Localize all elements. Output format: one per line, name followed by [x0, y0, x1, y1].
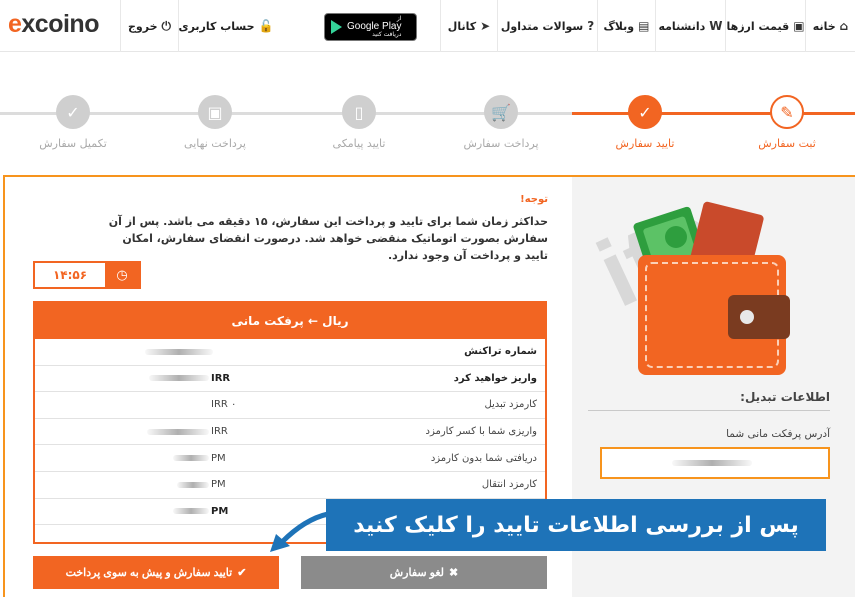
- google-play-badge[interactable]: از Google Play دریافت کنید: [324, 13, 417, 41]
- redacted-value: [173, 455, 209, 462]
- countdown-timer: ۱۴:۵۶ ◷: [33, 261, 141, 289]
- redacted-value: [145, 348, 213, 355]
- money-icon: ▣: [198, 95, 232, 129]
- wallet-illustration: [633, 201, 790, 375]
- nav-blog[interactable]: ▤ وبلاگ: [597, 0, 655, 52]
- lock-icon: 🔓: [258, 19, 274, 33]
- logo-mark: e: [8, 10, 22, 38]
- row-value: IRR ۰: [211, 399, 236, 410]
- row-label: دریافتی شما بدون کارمزد: [430, 452, 537, 464]
- top-navbar: ⌂ خانه ▣ قیمت ارزها W دانشنامه ▤ وبلاگ ?…: [0, 0, 855, 52]
- currency-code: PM: [211, 505, 229, 517]
- perfect-money-address-label: آدرس پرفکت مانی شما: [726, 428, 830, 440]
- perfect-money-address-field[interactable]: [600, 447, 830, 479]
- step-label: پرداخت سفارش: [463, 137, 539, 150]
- exchange-info-title: اطلاعات تبدیل:: [588, 390, 830, 411]
- nav-blog-label: وبلاگ: [603, 19, 635, 33]
- clock-icon: ◷: [105, 263, 139, 287]
- notice-body: حداکثر زمان شما برای تایید و پرداخت این …: [108, 215, 548, 263]
- google-play-small-text-2: دریافت کنید: [372, 31, 402, 38]
- step-label: تکمیل سفارش: [39, 137, 107, 150]
- nav-channel[interactable]: ➤ کانال: [440, 0, 497, 52]
- redacted-value: [147, 428, 209, 435]
- step-label: ثبت سفارش: [758, 137, 816, 150]
- nav-prices[interactable]: ▣ قیمت ارزها: [725, 0, 805, 52]
- row-value: PM: [173, 506, 228, 517]
- currency-code: IRR: [211, 372, 231, 384]
- row-value: [145, 348, 213, 355]
- row-value: IRR: [149, 373, 230, 384]
- nav-faq-label: سوالات متداول: [500, 19, 584, 33]
- cancel-order-label: لغو سفارش: [389, 567, 445, 579]
- nav-logout-label: خروج: [127, 19, 158, 33]
- table-row: واریز خواهید کرد IRR: [35, 366, 545, 393]
- step-label: تایید پیامکی: [332, 137, 386, 150]
- nav-channel-label: کانال: [447, 19, 477, 33]
- redacted-address: [672, 460, 752, 466]
- step-register-order: ✎ ثبت سفارش: [732, 95, 842, 150]
- arrow-icon: [270, 511, 331, 552]
- nav-account[interactable]: 🔓 حساب کاربری: [178, 0, 274, 52]
- step-label: پرداخت نهایی: [184, 137, 246, 150]
- nav-wiki[interactable]: W دانشنامه: [655, 0, 725, 52]
- notice-title: توجه!: [520, 194, 548, 205]
- row-label: کارمزد تبدیل: [484, 399, 537, 411]
- nav-account-label: حساب کاربری: [178, 19, 255, 33]
- currency-code: PM: [211, 479, 226, 491]
- nav-faq[interactable]: ? سوالات متداول: [497, 0, 597, 52]
- redacted-value: [149, 375, 209, 382]
- table-row: واریزی شما با کسر کارمزد IRR: [35, 419, 545, 446]
- logo-text: xcoino: [21, 10, 99, 38]
- step-complete-order: ✓ تکمیل سفارش: [18, 95, 128, 150]
- step-final-payment: ▣ پرداخت نهایی: [160, 95, 270, 150]
- row-label: کارمزد انتقال: [481, 479, 537, 491]
- step-confirm-order: ✓ تایید سفارش: [590, 95, 700, 150]
- currency-code: IRR: [211, 426, 228, 438]
- row-value: PM: [177, 479, 226, 490]
- table-row: کارمزد تبدیل IRR ۰: [35, 392, 545, 419]
- newspaper-icon: ▤: [638, 19, 650, 33]
- wikipedia-icon: W: [709, 19, 723, 33]
- play-icon: [331, 20, 342, 34]
- transaction-title: ریال ← پرفکت مانی: [35, 303, 545, 339]
- telegram-icon: ➤: [480, 19, 491, 33]
- redacted-value: [177, 481, 209, 488]
- nav-logout[interactable]: ⏻ خروج: [120, 0, 178, 52]
- edit-icon: ✎: [770, 95, 804, 129]
- row-value: PM: [173, 453, 226, 464]
- confirm-order-button[interactable]: ✔ تایید سفارش و پیش به سوی پرداخت: [33, 556, 279, 589]
- row-label: شماره تراکنش: [464, 346, 537, 358]
- mobile-icon: ▯: [342, 95, 376, 129]
- step-pay-order: 🛒 پرداخت سفارش: [446, 95, 556, 150]
- nav-wiki-label: دانشنامه: [658, 19, 706, 33]
- currency-code: PM: [211, 452, 226, 464]
- excoino-logo[interactable]: excoino: [8, 10, 99, 39]
- check-icon: ✔: [237, 567, 247, 579]
- row-label: واریزی شما با کسر کارمزد: [425, 426, 537, 438]
- money-icon: ▣: [793, 19, 805, 33]
- step-label: تایید سفارش: [615, 137, 675, 150]
- nav-home-label: خانه: [812, 19, 836, 33]
- cancel-order-button[interactable]: ✖ لغو سفارش: [301, 556, 547, 589]
- timer-value: ۱۴:۵۶: [52, 268, 88, 282]
- check-circle-icon: ✓: [628, 95, 662, 129]
- instruction-banner: پس از بررسی اطلاعات تایید را کلیک کنید: [326, 499, 826, 551]
- table-row: دریافتی شما بدون کارمزد PM: [35, 445, 545, 472]
- redacted-value: [173, 508, 209, 515]
- home-icon: ⌂: [839, 19, 849, 33]
- row-value: IRR: [147, 426, 228, 437]
- currency-code: IRR ۰: [211, 399, 237, 411]
- table-row: شماره تراکنش: [35, 339, 545, 366]
- step-sms-confirm: ▯ تایید پیامکی: [304, 95, 414, 150]
- nav-home[interactable]: ⌂ خانه: [805, 0, 855, 52]
- row-label: واریز خواهید کرد: [453, 372, 537, 384]
- table-row: کارمزد انتقال PM: [35, 472, 545, 499]
- power-icon: ⏻: [161, 18, 172, 33]
- question-icon: ?: [587, 19, 595, 33]
- close-icon: ✖: [449, 567, 459, 579]
- confirm-order-label: تایید سفارش و پیش به سوی پرداخت: [65, 567, 233, 579]
- check-icon: ✓: [56, 95, 90, 129]
- nav-prices-label: قیمت ارزها: [726, 19, 790, 33]
- cart-icon: 🛒: [484, 95, 518, 129]
